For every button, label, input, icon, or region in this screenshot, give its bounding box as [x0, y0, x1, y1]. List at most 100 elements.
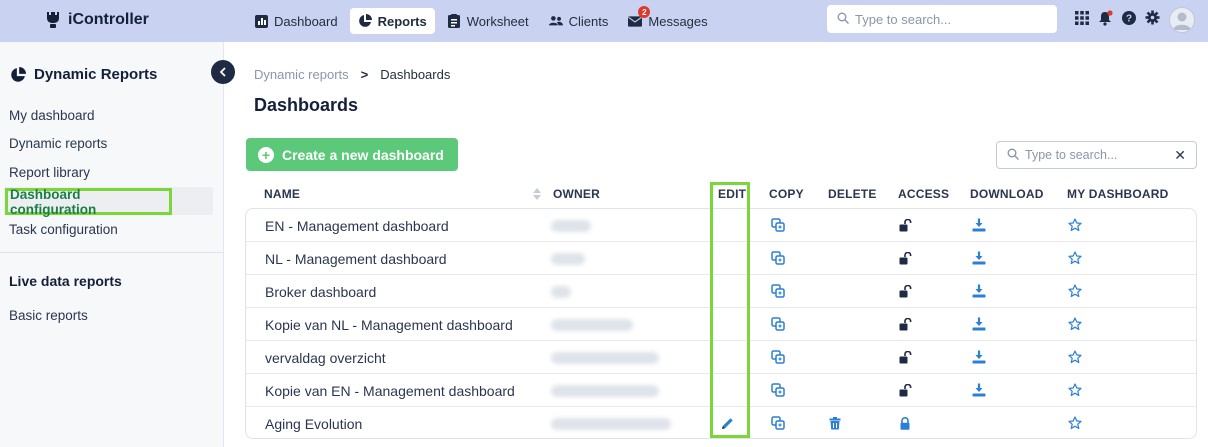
copy-icon[interactable] — [770, 217, 786, 233]
sidebar-item-report-library[interactable]: Report library — [9, 165, 90, 180]
dashboard-name-cell[interactable]: Aging Evolution — [265, 416, 362, 432]
table-row[interactable]: NL - Management dashboard — [246, 242, 1196, 275]
copy-icon[interactable] — [770, 250, 786, 266]
user-avatar[interactable] — [1169, 7, 1195, 33]
brand-name: iController — [68, 11, 149, 28]
sidebar-collapse-button[interactable] — [211, 60, 235, 84]
sort-icon[interactable] — [533, 187, 541, 205]
table-search-input[interactable]: Type to search... ✕ — [996, 141, 1197, 169]
sidebar-item-basic-reports[interactable]: Basic reports — [9, 308, 88, 323]
dashboard-name-cell[interactable]: EN - Management dashboard — [265, 218, 449, 234]
sidebar-item-task-configuration[interactable]: Task configuration — [9, 222, 118, 237]
table-search-placeholder: Type to search... — [1025, 148, 1118, 162]
column-header-access: ACCESS — [898, 187, 950, 201]
owner-redacted-cell — [551, 286, 571, 298]
copy-icon[interactable] — [770, 316, 786, 332]
pie-chart-icon — [358, 14, 372, 28]
nav-reports-label: Reports — [377, 13, 427, 29]
column-header-my-dashboard: MY DASHBOARD — [1067, 187, 1169, 201]
column-header-copy: COPY — [769, 187, 804, 201]
breadcrumb-current: Dashboards — [380, 67, 451, 82]
download-icon[interactable] — [971, 349, 987, 365]
create-dashboard-button[interactable]: + Create a new dashboard — [246, 138, 458, 171]
breadcrumb-separator: > — [360, 67, 369, 82]
copy-icon[interactable] — [770, 283, 786, 299]
sidebar-divider — [0, 252, 223, 253]
table-row[interactable]: Kopie van NL - Management dashboard — [246, 308, 1196, 341]
lock-icon[interactable] — [897, 415, 913, 431]
user-silhouette-icon — [1173, 12, 1191, 30]
table-row[interactable]: vervaldag overzicht — [246, 341, 1196, 374]
copy-icon[interactable] — [770, 349, 786, 365]
dashboard-name-cell[interactable]: vervaldag overzicht — [265, 350, 386, 366]
copy-icon[interactable] — [770, 382, 786, 398]
breadcrumb-parent-link[interactable]: Dynamic reports — [254, 67, 349, 82]
star-icon[interactable] — [1067, 415, 1083, 431]
settings-gear-icon[interactable] — [1145, 10, 1160, 30]
sidebar-item-dynamic-reports[interactable]: Dynamic reports — [9, 136, 107, 151]
help-icon[interactable]: ? — [1122, 10, 1136, 30]
dashboard-name-cell[interactable]: Broker dashboard — [265, 284, 376, 300]
top-utility-icons: ? — [1075, 7, 1195, 33]
column-header-edit: EDIT — [718, 187, 747, 201]
create-dashboard-label: Create a new dashboard — [282, 146, 444, 163]
download-icon[interactable] — [971, 250, 987, 266]
apps-grid-icon[interactable] — [1075, 10, 1089, 30]
chart-icon — [254, 14, 268, 28]
top-navigation-bar: iController Dashboard Reports Worksheet … — [0, 0, 1208, 42]
table-row[interactable]: Aging Evolution — [246, 407, 1196, 438]
clear-search-icon[interactable]: ✕ — [1174, 147, 1186, 164]
table-row[interactable]: Broker dashboard — [246, 275, 1196, 308]
search-icon — [1007, 148, 1020, 163]
star-icon[interactable] — [1067, 250, 1083, 266]
download-icon[interactable] — [971, 382, 987, 398]
svg-text:?: ? — [1126, 13, 1132, 24]
search-icon — [837, 12, 850, 27]
sidebar-item-dashboard-configuration[interactable]: Dashboard configuration — [5, 187, 172, 217]
nav-worksheet[interactable]: Worksheet — [439, 8, 537, 34]
star-icon[interactable] — [1067, 217, 1083, 233]
delete-trash-icon[interactable] — [827, 415, 843, 431]
dashboard-name-cell[interactable]: Kopie van NL - Management dashboard — [265, 317, 513, 333]
table-row[interactable]: Kopie van EN - Management dashboard — [246, 374, 1196, 407]
download-icon[interactable] — [971, 217, 987, 233]
global-search-input[interactable]: Type to search... — [827, 5, 1057, 33]
pie-chart-icon — [11, 66, 26, 82]
unlock-icon[interactable] — [897, 250, 913, 266]
brand-logo[interactable]: iController — [46, 9, 149, 31]
nav-dashboard-label: Dashboard — [274, 13, 338, 29]
plus-circle-icon: + — [258, 146, 274, 163]
nav-dashboard[interactable]: Dashboard — [246, 8, 346, 34]
nav-messages-label: Messages — [648, 13, 708, 29]
download-icon[interactable] — [971, 316, 987, 332]
dashboard-name-cell[interactable]: Kopie van EN - Management dashboard — [265, 383, 515, 399]
copy-icon[interactable] — [770, 415, 786, 431]
nav-messages[interactable]: 2 Messages — [620, 6, 715, 34]
unlock-icon[interactable] — [897, 217, 913, 233]
sidebar-item-my-dashboard[interactable]: My dashboard — [9, 108, 95, 123]
unlock-icon[interactable] — [897, 316, 913, 332]
column-header-owner: OWNER — [553, 187, 600, 201]
column-header-name[interactable]: NAME — [264, 187, 300, 201]
star-icon[interactable] — [1067, 316, 1083, 332]
unlock-icon[interactable] — [897, 283, 913, 299]
download-icon[interactable] — [971, 283, 987, 299]
sidebar: Dynamic Reports My dashboard Dynamic rep… — [0, 42, 224, 447]
star-icon[interactable] — [1067, 349, 1083, 365]
star-icon[interactable] — [1067, 283, 1083, 299]
unlock-icon[interactable] — [897, 382, 913, 398]
notification-bell-icon[interactable] — [1098, 9, 1113, 31]
nav-clients-label: Clients — [568, 13, 609, 29]
column-header-delete: DELETE — [828, 187, 877, 201]
edit-pencil-icon[interactable] — [719, 415, 735, 431]
owner-redacted-cell — [551, 319, 633, 331]
breadcrumb: Dynamic reports > Dashboards — [254, 67, 450, 82]
nav-reports[interactable]: Reports — [349, 8, 435, 34]
sidebar-section-title: Live data reports — [9, 273, 122, 289]
unlock-icon[interactable] — [897, 349, 913, 365]
dashboard-name-cell[interactable]: NL - Management dashboard — [265, 251, 447, 267]
table-row[interactable]: EN - Management dashboard — [246, 209, 1196, 242]
star-icon[interactable] — [1067, 382, 1083, 398]
chevron-left-icon — [219, 67, 226, 77]
nav-clients[interactable]: Clients — [541, 8, 617, 34]
